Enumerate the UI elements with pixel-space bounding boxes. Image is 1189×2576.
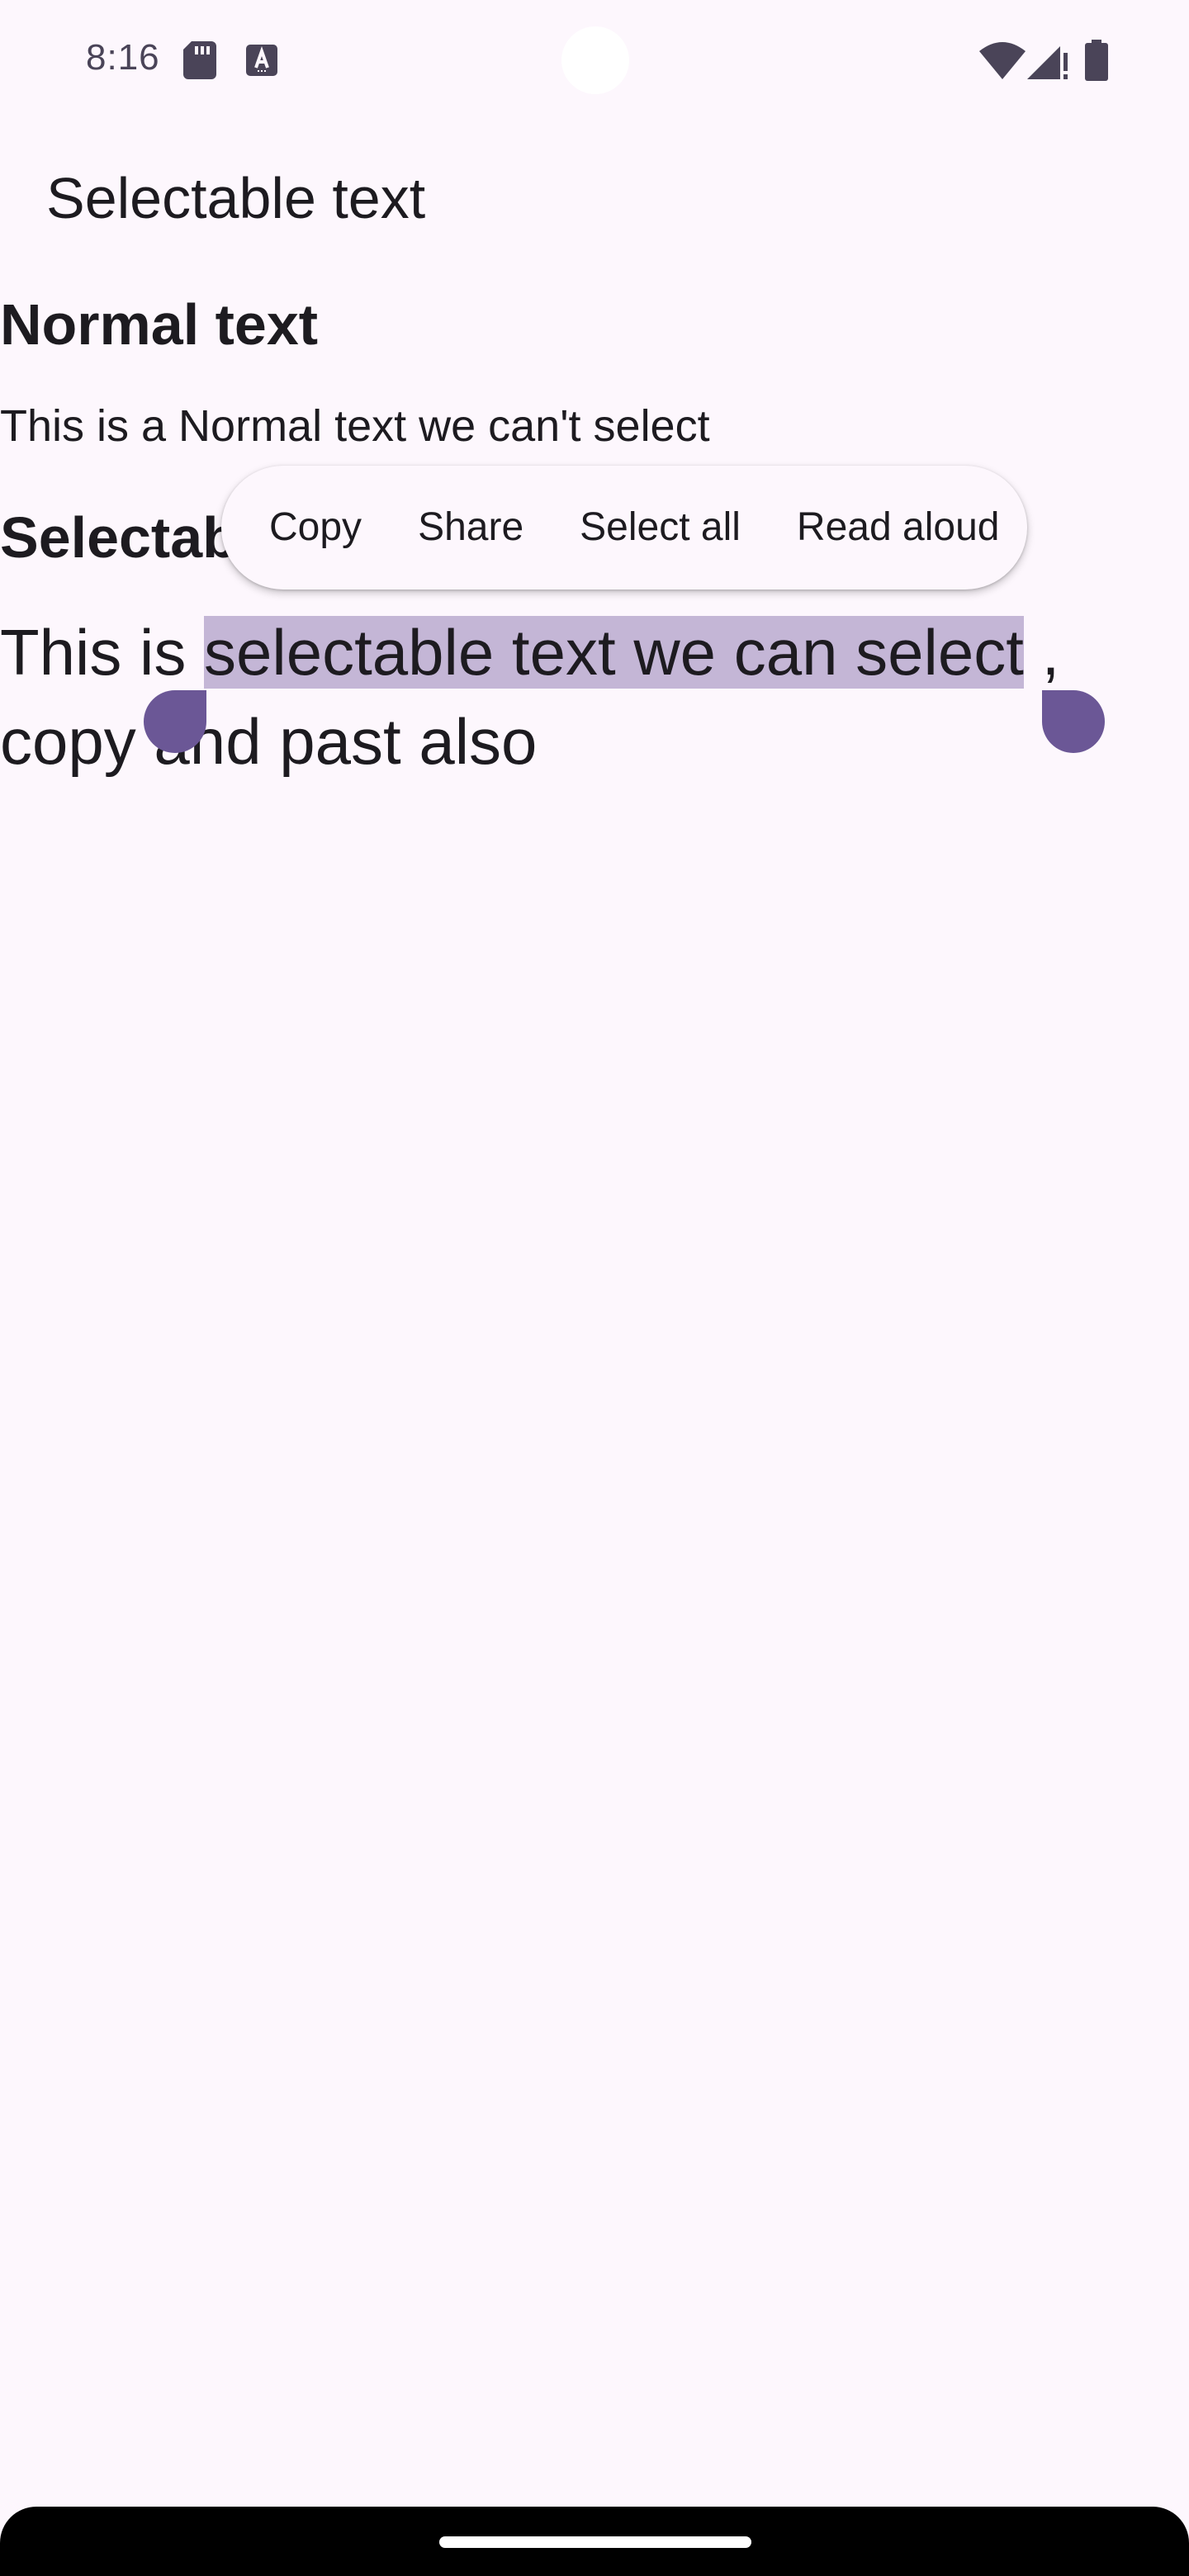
normal-text-body: This is a Normal text we can't select	[0, 401, 710, 451]
unselected-text-start[interactable]: This is	[0, 616, 204, 689]
status-time: 8:16	[86, 37, 160, 78]
text-a-icon	[246, 45, 277, 76]
battery-icon	[1085, 40, 1108, 81]
wifi-icon	[979, 42, 1026, 79]
selection-start-handle[interactable]	[144, 690, 206, 753]
unselected-text-end[interactable]: ,	[1024, 616, 1060, 689]
text-selection-toolbar: Copy Share Select all Read aloud	[221, 466, 1027, 590]
status-bar: 8:16	[0, 0, 1189, 116]
copy-button[interactable]: Copy	[241, 503, 390, 552]
read-aloud-button[interactable]: Read aloud	[769, 503, 1028, 552]
normal-text-heading: Normal text	[0, 292, 319, 357]
selection-end-handle[interactable]	[1042, 690, 1105, 753]
page-title: Selectable text	[46, 166, 426, 230]
sd-card-icon	[183, 41, 216, 79]
selectable-text-line-1[interactable]: This is selectable text we can select ,	[0, 608, 1189, 697]
share-button[interactable]: Share	[390, 503, 552, 552]
selected-text[interactable]: selectable text we can select	[204, 616, 1024, 689]
cell-signal-icon	[1027, 46, 1068, 79]
camera-cutout	[561, 26, 629, 94]
select-all-button[interactable]: Select all	[552, 503, 769, 552]
home-gesture-handle[interactable]	[439, 2536, 751, 2548]
